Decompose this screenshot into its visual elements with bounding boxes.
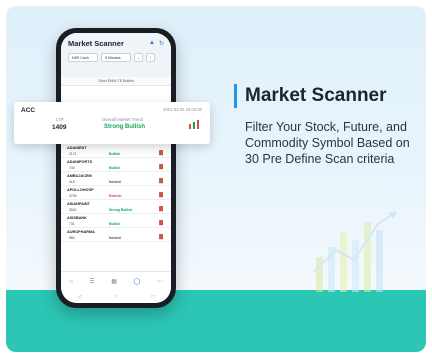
- headline-accent-bar: [234, 84, 237, 108]
- highlight-symbol: ACC: [21, 107, 36, 114]
- exchange-select[interactable]: NSE Cash: [68, 53, 98, 62]
- app-header: Market Scanner ▲ ↻ NSE Cash 5 Minutes ↓ …: [61, 33, 171, 77]
- row-symbol: ADANIENT: [67, 146, 87, 150]
- ltp-value: 1409: [52, 124, 67, 131]
- list-item[interactable]: ADANIENT 2171 Bullish ▇: [61, 144, 171, 158]
- row-symbol: AXISBANK: [67, 216, 87, 220]
- ltp-label: LTP: [56, 117, 64, 122]
- list-item[interactable]: ASIANPAINT 3041 Strong Bullish ▇: [61, 200, 171, 214]
- row-symbol: ASIANPAINT: [67, 202, 90, 206]
- chart-icon[interactable]: ▇: [159, 178, 163, 184]
- chart-icon[interactable]: ▇: [159, 164, 163, 170]
- scanner-icon[interactable]: ◯: [133, 278, 140, 285]
- sort-button[interactable]: ↓: [134, 53, 143, 62]
- headline: Market Scanner: [234, 84, 387, 108]
- row-trend: Neutral: [109, 236, 121, 240]
- row-symbol: AMBUJACEM: [67, 174, 92, 178]
- refresh-icon[interactable]: ↻: [159, 40, 164, 47]
- row-ltp: 3041: [69, 208, 77, 212]
- list-item[interactable]: AXISBANK 731 Bullish ▇: [61, 214, 171, 228]
- row-ltp: 740: [69, 166, 75, 170]
- chart-icon[interactable]: ▇: [159, 150, 163, 156]
- row-trend: Neutral: [109, 180, 121, 184]
- list-item[interactable]: AUROPHARMA 584 Neutral ▇: [61, 228, 171, 242]
- chart-icon[interactable]: [188, 119, 200, 129]
- banner-card: Market Scanner Filter Your Stock, Future…: [6, 6, 426, 352]
- row-ltp: 584: [69, 236, 75, 240]
- filter-icon[interactable]: ▲: [149, 40, 155, 47]
- list-item[interactable]: ADANIPORTS 740 Bullish ▇: [61, 158, 171, 172]
- row-symbol: ADANIPORTS: [67, 160, 93, 164]
- row-trend: Bearish: [109, 194, 122, 198]
- chart-icon[interactable]: ▇: [159, 234, 163, 240]
- phone-mockup: Market Scanner ▲ ↻ NSE Cash 5 Minutes ↓ …: [56, 28, 176, 308]
- highlighted-scan-row[interactable]: ACC 2021-03-25 15:04:00 LTP 1409 Overall…: [14, 102, 210, 144]
- growth-chart-illustration: [313, 211, 397, 292]
- row-trend: Bullish: [109, 166, 121, 170]
- list-item[interactable]: APOLLOHOSP 4730 Bearish ▇: [61, 186, 171, 200]
- orders-icon[interactable]: ▦: [111, 278, 117, 285]
- phone-screen: Market Scanner ▲ ↻ NSE Cash 5 Minutes ↓ …: [61, 33, 171, 303]
- header-icons: ▲ ↻: [149, 40, 164, 47]
- filter-bar: NSE Cash 5 Minutes ↓ ⋮: [68, 53, 165, 62]
- interval-select[interactable]: 5 Minutes: [101, 53, 131, 62]
- back-icon[interactable]: ◁: [78, 294, 82, 300]
- chart-icon[interactable]: ▇: [159, 220, 163, 226]
- feature-description: Filter Your Stock, Future, and Commodity…: [245, 120, 410, 166]
- trend-value: Strong Bullish: [104, 124, 145, 130]
- row-symbol: AUROPHARMA: [67, 230, 95, 234]
- recents-icon[interactable]: □: [151, 294, 154, 300]
- bottom-nav: ⌂ ☰ ▦ ◯ ⋯: [61, 271, 171, 291]
- row-ltp: 4730: [69, 194, 77, 198]
- chart-icon[interactable]: ▇: [159, 192, 163, 198]
- row-trend: Strong Bullish: [109, 208, 133, 212]
- scan-name[interactable]: Short EMA/ TE Bullish: [61, 77, 171, 86]
- row-ltp: 731: [69, 222, 75, 226]
- trend-label: Overall Market Trend: [102, 117, 143, 122]
- page-title: Market Scanner: [245, 85, 387, 106]
- scanner-list: ACC1409Strong Bullish▇ADANIENT2171Bullis…: [61, 130, 171, 242]
- row-ltp: 415: [69, 180, 75, 184]
- row-trend: Bullish: [109, 152, 121, 156]
- home-button-icon[interactable]: ○: [115, 294, 118, 300]
- highlight-timestamp: 2021-03-25 15:04:00: [163, 107, 202, 112]
- row-trend: Bullish: [109, 222, 121, 226]
- chart-icon[interactable]: ▇: [159, 206, 163, 212]
- row-ltp: 2171: [69, 152, 77, 156]
- system-nav-bar: ◁ ○ □: [61, 291, 171, 303]
- home-icon[interactable]: ⌂: [69, 279, 73, 285]
- list-item[interactable]: AMBUJACEM 415 Neutral ▇: [61, 172, 171, 186]
- row-symbol: APOLLOHOSP: [67, 188, 94, 192]
- watchlist-icon[interactable]: ☰: [89, 278, 94, 285]
- more-icon[interactable]: ⋯: [157, 278, 163, 285]
- menu-button[interactable]: ⋮: [146, 53, 155, 62]
